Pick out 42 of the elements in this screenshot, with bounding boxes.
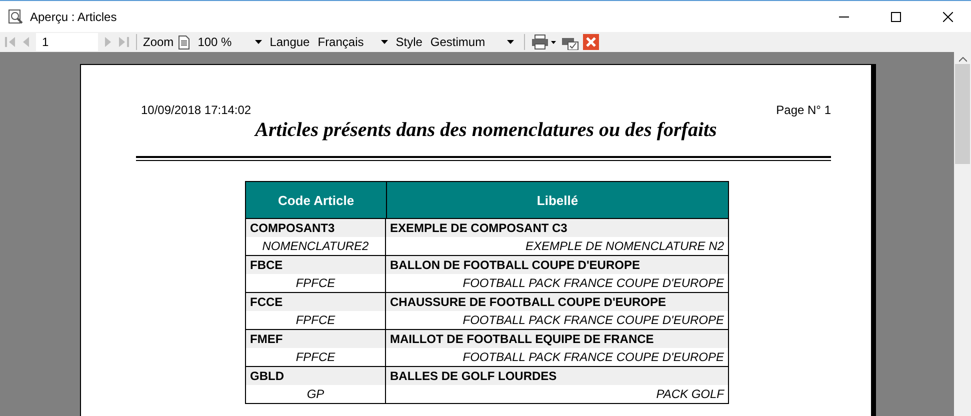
language-dropdown[interactable]: Français <box>314 33 392 51</box>
style-dropdown[interactable]: Gestimum <box>426 33 518 51</box>
print-date: 10/09/2018 17:14:02 <box>141 103 252 117</box>
table-cell-text: MAILLOT DE FOOTBALL EQUIPE DE FRANCE <box>389 331 655 348</box>
table-cell-text: FOOTBALL PACK FRANCE COUPE D'EUROPE <box>462 275 725 292</box>
zoom-dropdown[interactable]: 100 % <box>194 33 266 51</box>
table-cell-text: FOOTBALL PACK FRANCE COUPE D'EUROPE <box>462 312 725 329</box>
scroll-thumb[interactable] <box>955 64 970 164</box>
window-title: Aperçu : Articles <box>30 10 118 24</box>
column-header: Libellé <box>536 192 580 210</box>
scrollbar[interactable] <box>954 52 971 416</box>
close-icon <box>943 12 953 22</box>
caret-icon <box>380 40 388 44</box>
table-cell: FPFCE <box>246 311 386 329</box>
scroll-up-icon[interactable] <box>958 57 966 62</box>
table-cell-text: EXEMPLE DE COMPOSANT C3 <box>389 220 568 237</box>
last-page-icon[interactable] <box>118 35 130 49</box>
printer-icon[interactable] <box>531 34 558 50</box>
language-label: Langue <box>270 35 310 49</box>
page-number: Page N° 1 <box>776 103 831 117</box>
close-icon[interactable] <box>583 34 600 50</box>
table-cell-text: FOOTBALL PACK FRANCE COUPE D'EUROPE <box>462 349 725 366</box>
column-header: Code Article <box>246 182 387 218</box>
preview-icon <box>8 8 24 24</box>
table-cell-text: PACK GOLF <box>655 386 726 403</box>
table-cell: NOMENCLATURE2 <box>246 237 386 255</box>
style-label: Style <box>396 35 422 49</box>
table-cell-text: BALLES DE GOLF LOURDES <box>389 368 558 385</box>
report-title: Articles présents dans des nomenclatures ou des forfaits <box>253 119 718 142</box>
table-cell-text: BALLON DE FOOTBALL COUPE D'EUROPE <box>389 257 641 274</box>
table-cell-text: CHAUSSURE DE FOOTBALL COUPE D'EUROPE <box>389 294 667 311</box>
first-page-icon[interactable] <box>4 35 16 49</box>
document-icon <box>178 34 190 50</box>
table-cell: GP <box>246 385 386 403</box>
caret-icon <box>507 40 514 44</box>
zoom-label: Zoom <box>143 35 174 49</box>
table-cell: FPFCE <box>246 274 386 292</box>
table-cell: FPFCE <box>246 348 386 366</box>
caret-icon <box>254 40 262 44</box>
maximize-icon <box>891 12 901 22</box>
table-cell-text: EXEMPLE DE NOMENCLATURE N2 <box>524 238 725 255</box>
page-number-field[interactable]: 1 <box>36 33 98 51</box>
